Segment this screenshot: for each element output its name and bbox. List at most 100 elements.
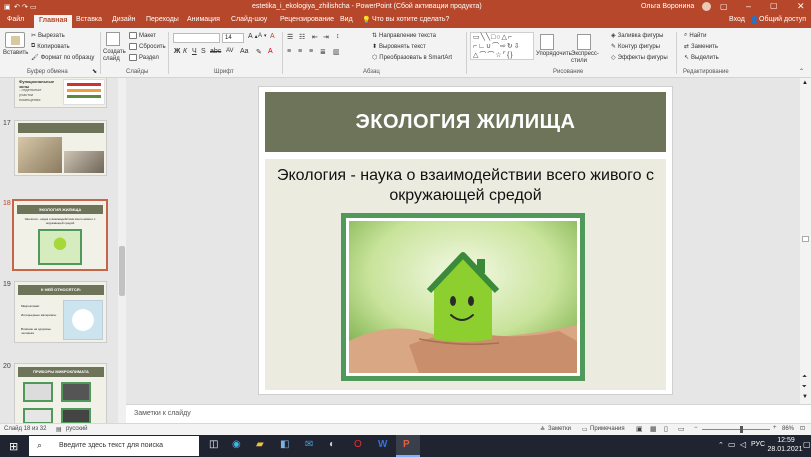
notes-toggle-icon[interactable]: ≙ — [540, 426, 545, 433]
zoom-in-icon[interactable]: + — [773, 425, 777, 431]
zoom-slider-thumb[interactable] — [740, 426, 743, 433]
justify-icon[interactable]: ≣ — [320, 48, 326, 56]
indent-increase-icon[interactable]: ⇥ — [323, 33, 329, 41]
file-explorer-icon[interactable]: ▰ — [256, 439, 264, 450]
notifications-icon[interactable]: ▢ — [803, 440, 811, 449]
paste-icon[interactable] — [5, 32, 25, 48]
align-text-button[interactable]: ⬍ Выровнять текст — [372, 43, 426, 51]
slide-title-box[interactable]: ЭКОЛОГИЯ ЖИЛИЩА — [265, 92, 666, 152]
scroll-up-icon[interactable]: ▲ — [802, 80, 808, 86]
zoom-slider[interactable] — [702, 429, 770, 430]
section-button[interactable]: Раздел — [129, 54, 159, 61]
font-size-select[interactable]: 14 — [222, 33, 244, 43]
cut-button[interactable]: ✂ Вырезать — [31, 32, 65, 40]
line-spacing-icon[interactable]: ↕ — [336, 33, 340, 40]
slideshow-icon[interactable]: ▭ — [30, 3, 37, 11]
close-icon[interactable]: ✕ — [797, 1, 805, 12]
tab-transitions[interactable]: Переходы — [146, 16, 179, 23]
shadow-button[interactable]: S — [201, 48, 206, 55]
arrange-button[interactable]: Упорядочить — [536, 51, 572, 58]
taskbar-search-box[interactable]: ⌕ Введите здесь текст для поиска — [29, 436, 199, 456]
network-icon[interactable]: ▭ — [728, 440, 736, 449]
thumbnails-scroll-thumb[interactable] — [119, 246, 125, 296]
smartart-button[interactable]: ⬡ Преобразовать в SmartArt — [372, 54, 452, 62]
normal-view-icon[interactable]: ▣ — [636, 425, 643, 433]
clock-time[interactable]: 12:59 — [769, 437, 803, 444]
fit-slide-icon[interactable]: ⊡ — [800, 425, 805, 432]
format-painter-button[interactable]: 🖌 Формат по образцу — [31, 54, 94, 62]
scroll-down-icon[interactable]: ▼ — [802, 394, 808, 400]
tab-insert[interactable]: Вставка — [76, 16, 102, 23]
slide-thumbnail-18-selected[interactable]: ЭКОЛОГИЯ ЖИЛИЩА Экология - наука о взаим… — [12, 199, 108, 271]
comments-toggle[interactable]: Примечания — [590, 426, 625, 432]
tell-me-search[interactable]: Что вы хотите сделать? — [372, 16, 449, 23]
notes-toggle[interactable]: Заметки — [548, 426, 571, 432]
collapse-ribbon-icon[interactable]: ⌃ — [799, 68, 804, 75]
quick-styles-button[interactable]: Экспресс-стили — [571, 51, 605, 65]
grow-font-icon[interactable]: A ▴ — [248, 33, 258, 40]
zoom-level[interactable]: 86% — [782, 426, 794, 432]
layout-button[interactable]: Макет — [129, 32, 156, 39]
slide-body[interactable]: Экология - наука о взаимодействии всего … — [265, 159, 666, 390]
shape-effects-button[interactable]: ◇ Эффекты фигуры — [611, 54, 668, 62]
find-button[interactable]: ⌕ Найти — [684, 32, 707, 39]
notes-pane[interactable]: Заметки к слайду — [126, 404, 811, 423]
columns-icon[interactable]: ▥ — [333, 48, 340, 56]
bullets-icon[interactable]: ☰ — [287, 33, 293, 41]
tab-slideshow[interactable]: Слайд-шоу — [231, 16, 267, 23]
save-icon[interactable]: ▣ — [4, 3, 11, 11]
clipboard-launcher-icon[interactable]: ⬊ — [92, 68, 97, 75]
font-color-icon[interactable]: A — [268, 48, 273, 55]
login-link[interactable]: Вход — [729, 16, 745, 23]
scroll-thumb[interactable] — [802, 236, 809, 242]
bold-button[interactable]: Ж — [174, 48, 180, 55]
next-slide-icon[interactable]: ⏷ — [802, 384, 807, 391]
undo-icon[interactable]: ↶ — [14, 3, 20, 11]
shapes-gallery[interactable]: ▭╲╲□○△⌐ ⌐∟∪⌒⇨↻⇩ △⌒⌒☆⌜{} — [470, 32, 534, 60]
store-icon[interactable]: ◧ — [280, 439, 289, 450]
slide-vertical-scrollbar[interactable]: ▲ ⏶ ⏷ ▼ — [800, 78, 811, 404]
align-left-icon[interactable]: ≡ — [287, 48, 291, 55]
volume-icon[interactable]: ◁ — [740, 440, 746, 449]
font-family-select[interactable] — [173, 33, 220, 43]
tray-arrow-icon[interactable]: ⌃ — [718, 441, 724, 449]
shape-outline-button[interactable]: ✎ Контур фигуры — [611, 43, 660, 51]
previous-slide-icon[interactable]: ⏶ — [802, 374, 807, 381]
tab-animation[interactable]: Анимация — [187, 16, 220, 23]
user-name[interactable]: Ольга Воронина — [641, 3, 694, 10]
replace-button[interactable]: ⇄ Заменить — [684, 43, 718, 51]
reading-view-icon[interactable]: ▯ — [664, 425, 668, 433]
indent-decrease-icon[interactable]: ⇤ — [312, 33, 318, 41]
powerpoint-taskbar-button[interactable]: P — [396, 435, 420, 457]
italic-button[interactable]: К — [183, 48, 187, 55]
input-language[interactable]: РУС — [751, 441, 765, 448]
slide-thumbnail-19[interactable]: К НЕЙ ОТНОСЯТСЯ: Микроклимат Интерьерные… — [14, 281, 107, 343]
task-view-icon[interactable]: ◫ — [209, 439, 218, 450]
comments-icon[interactable]: ▭ — [582, 426, 588, 433]
new-slide-icon[interactable] — [106, 32, 120, 46]
avatar[interactable] — [702, 2, 711, 11]
tab-design[interactable]: Дизайн — [112, 16, 136, 23]
select-button[interactable]: ↖ Выделить — [684, 54, 719, 62]
minimize-icon[interactable]: – — [746, 1, 751, 11]
maximize-icon[interactable]: ▢ — [770, 1, 778, 10]
slideshow-view-icon[interactable]: ▭ — [678, 425, 685, 433]
sorter-view-icon[interactable]: ▦ — [650, 425, 657, 433]
arrange-icon[interactable] — [540, 34, 554, 50]
tab-home[interactable]: Главная — [34, 15, 73, 28]
tab-review[interactable]: Рецензирование — [280, 16, 334, 23]
edge-icon[interactable]: ◉ — [232, 439, 241, 450]
ribbon-display-icon[interactable]: ▢ — [720, 2, 728, 11]
redo-icon[interactable]: ↷ — [22, 3, 28, 11]
align-center-icon[interactable]: ≡ — [298, 48, 302, 55]
share-button[interactable]: Общий доступ — [759, 16, 806, 23]
thumbnails-scrollbar[interactable] — [118, 78, 126, 423]
word-icon[interactable]: W — [378, 439, 387, 450]
highlight-icon[interactable]: ✎ — [256, 48, 262, 56]
align-right-icon[interactable]: ≡ — [309, 48, 313, 55]
spacing-icon[interactable]: AV — [226, 48, 234, 54]
change-case-icon[interactable]: Aa — [240, 48, 249, 55]
shrink-font-icon[interactable]: A ▾ — [258, 33, 267, 39]
quick-styles-icon[interactable] — [577, 34, 591, 50]
mail-icon[interactable]: ✉ — [305, 439, 313, 450]
